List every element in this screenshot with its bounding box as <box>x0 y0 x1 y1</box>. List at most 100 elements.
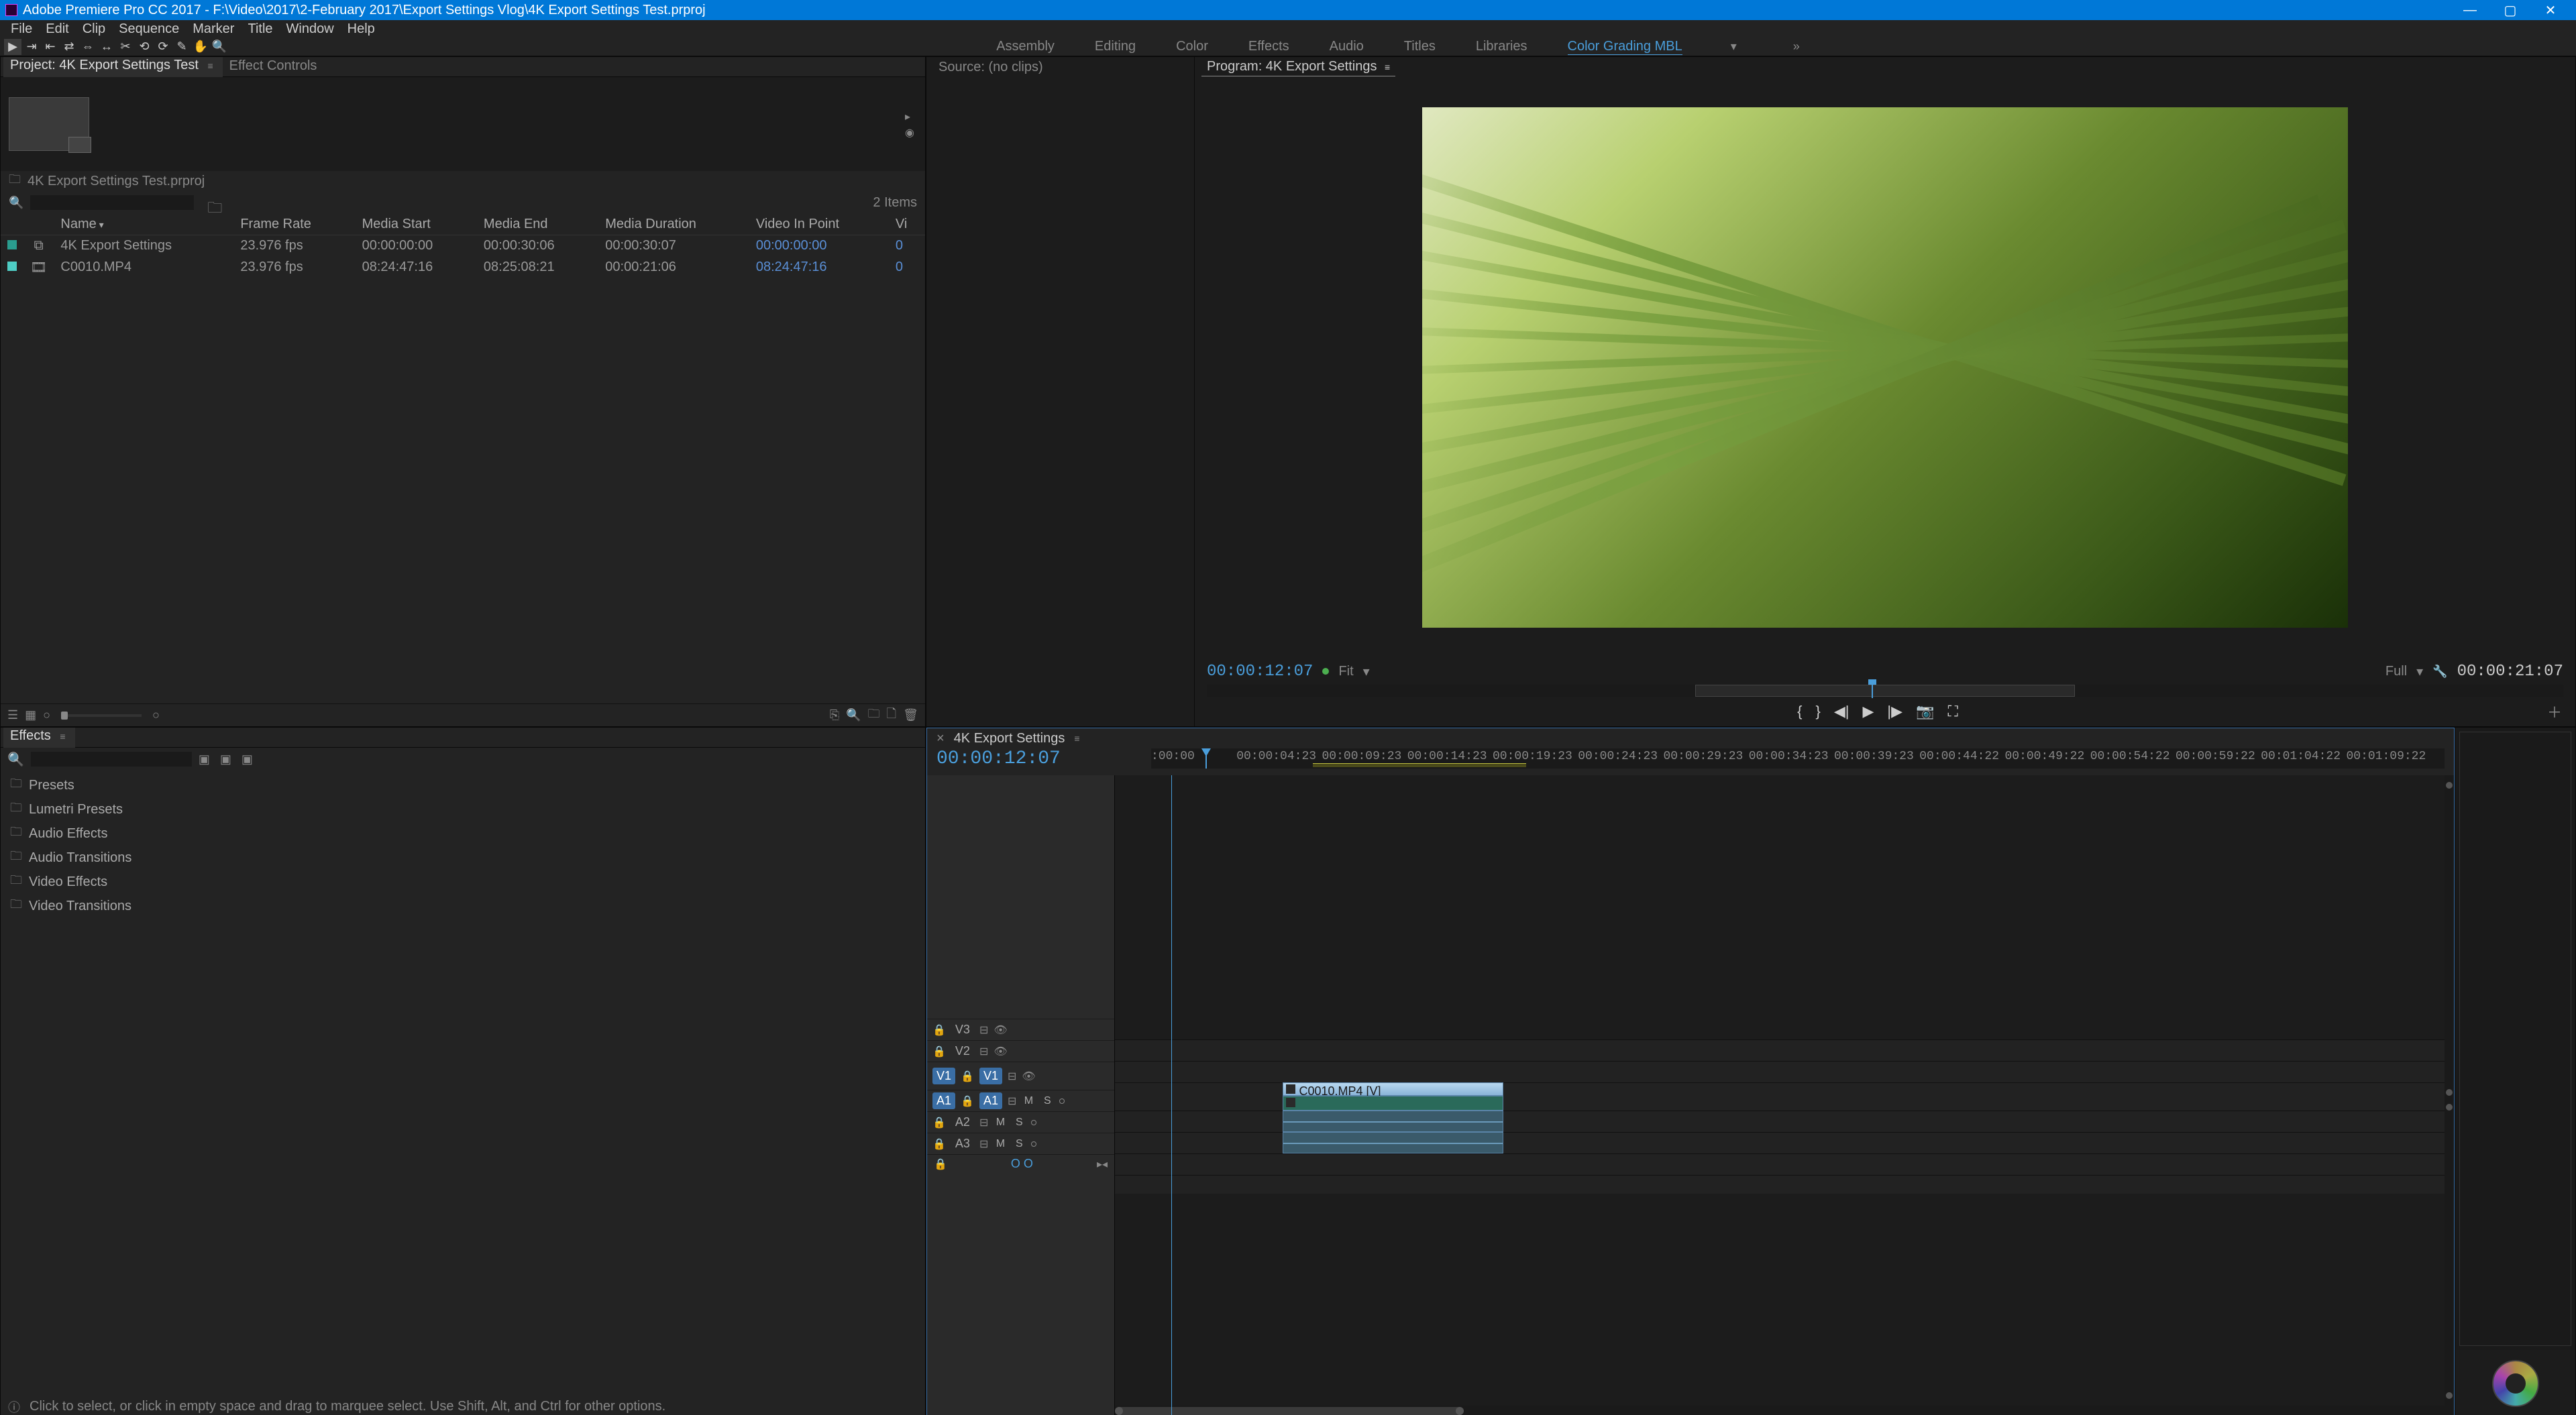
lock-icon[interactable]: 🔒 <box>932 1023 946 1037</box>
tab-menu-icon[interactable]: ≡ <box>1074 733 1079 744</box>
tree-item-audio-transitions[interactable]: 🗀Audio Transitions <box>1 846 925 870</box>
solo-button[interactable]: S <box>1040 1095 1054 1107</box>
play-icon[interactable]: ▶ <box>1862 703 1874 720</box>
poster-frame-icon[interactable]: ▸ <box>905 110 917 122</box>
eye-icon[interactable]: 👁 <box>994 1045 1007 1058</box>
sync-lock-icon[interactable]: ⊟ <box>979 1137 988 1151</box>
sync-lock-icon[interactable]: ⊟ <box>979 1045 988 1058</box>
lock-icon[interactable]: 🔒 <box>961 1070 974 1083</box>
mute-button[interactable]: M <box>994 1138 1007 1150</box>
audio-clip-a2[interactable] <box>1283 1132 1503 1153</box>
zoom-tool-icon[interactable]: 🔍 <box>211 39 228 55</box>
pen-tool-icon[interactable]: ✎ <box>173 39 191 55</box>
zoom-level-select[interactable]: Fit <box>1338 664 1353 679</box>
mute-button[interactable]: M <box>994 1117 1007 1129</box>
workspace-dropdown-icon[interactable]: ▾ <box>1723 40 1745 54</box>
tab-menu-icon[interactable]: ≡ <box>60 731 65 742</box>
new-bin-icon[interactable]: 🗀 <box>207 196 222 209</box>
identify-icon[interactable]: ◉ <box>905 126 917 138</box>
workspace-color[interactable]: Color <box>1176 39 1208 54</box>
tree-item-audio-effects[interactable]: 🗀Audio Effects <box>1 822 925 846</box>
audio-clip-a1[interactable] <box>1283 1111 1503 1132</box>
menu-window[interactable]: Window <box>280 20 341 38</box>
source-monitor-canvas[interactable] <box>926 77 1194 726</box>
source-patch-v1[interactable]: V1 <box>932 1068 955 1084</box>
zoom-scroll-thumb[interactable] <box>1115 1407 1464 1415</box>
settings-icon[interactable]: 🔧 <box>2432 665 2447 679</box>
tree-item-video-effects[interactable]: 🗀Video Effects <box>1 870 925 894</box>
icon-view-icon[interactable]: ▦ <box>25 708 36 722</box>
project-search-input[interactable] <box>30 195 194 210</box>
eye-icon[interactable]: 👁 <box>1022 1070 1035 1083</box>
track-select-backward-icon[interactable]: ⇤ <box>42 39 59 55</box>
camera-icon[interactable]: 📷 <box>1916 703 1934 720</box>
list-view-icon[interactable]: ☰ <box>7 708 18 722</box>
track-header-v2[interactable]: 🔒 V2 ⊟ 👁 <box>927 1040 1114 1062</box>
lock-icon[interactable]: 🔒 <box>932 1116 946 1129</box>
track-header-a1[interactable]: A1 🔒 A1 ⊟ M S <box>927 1090 1114 1111</box>
fx-badge-icon[interactable] <box>1286 1098 1295 1107</box>
mark-out-icon[interactable]: } <box>1815 703 1820 720</box>
lock-icon[interactable]: 🔒 <box>932 1045 946 1058</box>
col-name[interactable]: Name <box>54 214 233 235</box>
workspace-audio[interactable]: Audio <box>1330 39 1364 54</box>
tree-item-video-transitions[interactable]: 🗀Video Transitions <box>1 894 925 918</box>
tree-item-presets[interactable]: 🗀Presets <box>1 773 925 797</box>
vertical-scrollbar[interactable] <box>2445 775 2454 1406</box>
lock-icon[interactable]: 🔒 <box>961 1094 974 1108</box>
export-frame-icon[interactable]: ⛶ <box>1947 703 1957 720</box>
razor-tool-icon[interactable]: ✂ <box>117 39 134 55</box>
timeline-ruler[interactable]: :00:00 00:00:04:23 00:00:09:23 00:00:14:… <box>1151 748 2445 769</box>
col-frame-rate[interactable]: Frame Rate <box>233 214 355 235</box>
track-header-v1[interactable]: V1 🔒 V1 ⊟ 👁 <box>927 1062 1114 1090</box>
hand-tool-icon[interactable]: ✋ <box>192 39 209 55</box>
tab-effect-controls[interactable]: Effect Controls <box>223 56 327 76</box>
new-item-icon[interactable]: 🗋 <box>887 705 896 726</box>
rolling-edit-icon[interactable]: ⇔ <box>79 39 97 55</box>
playhead-icon[interactable] <box>1872 683 1873 698</box>
workspace-overflow-icon[interactable]: » <box>1785 40 1808 54</box>
tab-project[interactable]: Project: 4K Export Settings Test ≡ <box>3 56 223 77</box>
slide-tool-icon[interactable]: ⟳ <box>154 39 172 55</box>
workspace-titles[interactable]: Titles <box>1404 39 1436 54</box>
solo-button[interactable]: S <box>1012 1117 1026 1129</box>
workspace-color-grading-mbl[interactable]: Color Grading MBL <box>1568 39 1682 55</box>
menu-edit[interactable]: Edit <box>39 20 75 38</box>
effects-search-input[interactable] <box>31 752 192 767</box>
find-icon[interactable]: 🔍 <box>846 708 861 722</box>
minimize-button[interactable]: — <box>2450 1 2490 19</box>
tab-close-icon[interactable]: ≡ <box>207 60 213 71</box>
freeform-view-icon[interactable]: ○ <box>43 708 50 722</box>
thumbnail-zoom-slider[interactable] <box>61 714 142 717</box>
voice-over-icon[interactable] <box>1031 1141 1036 1147</box>
video-clip[interactable]: C0010.MP4 [V] <box>1283 1082 1503 1096</box>
voice-over-icon[interactable] <box>1059 1098 1065 1104</box>
workspace-effects[interactable]: Effects <box>1248 39 1289 54</box>
menu-sequence[interactable]: Sequence <box>112 20 186 38</box>
menu-file[interactable]: File <box>4 20 39 38</box>
workspace-editing[interactable]: Editing <box>1095 39 1136 54</box>
col-media-end[interactable]: Media End <box>477 214 598 235</box>
menu-marker[interactable]: Marker <box>186 20 241 38</box>
track-header-v3[interactable]: 🔒 V3 ⊟ 👁 <box>927 1019 1114 1040</box>
waveform-scope[interactable] <box>2455 728 2575 1350</box>
sequence-name[interactable]: 4K Export Settings <box>954 731 1065 746</box>
audio-link-clip[interactable] <box>1283 1096 1503 1111</box>
label-color-swatch[interactable] <box>7 262 17 271</box>
eye-icon[interactable]: 👁 <box>994 1023 1007 1037</box>
step-forward-icon[interactable]: |▶ <box>1887 703 1902 720</box>
playhead-handle[interactable] <box>1205 748 1207 769</box>
workspace-assembly[interactable]: Assembly <box>996 39 1055 54</box>
table-row[interactable]: ⧉ 4K Export Settings 23.976 fps 00:00:00… <box>1 235 925 257</box>
col-media-duration[interactable]: Media Duration <box>598 214 749 235</box>
program-scrub-bar[interactable] <box>1207 685 2563 697</box>
automate-to-sequence-icon[interactable]: ⎘ <box>830 708 839 722</box>
sync-lock-icon[interactable]: ⊟ <box>1008 1094 1016 1108</box>
menu-help[interactable]: Help <box>341 20 382 38</box>
close-button[interactable]: ✕ <box>2530 1 2571 19</box>
delete-icon[interactable]: 🗑 <box>903 708 918 722</box>
button-editor-icon[interactable]: ＋ <box>2547 701 2562 722</box>
tab-source[interactable]: Source: (no clips) <box>933 58 1049 76</box>
menu-clip[interactable]: Clip <box>76 20 112 38</box>
32bit-fx-icon[interactable]: ▣ <box>220 752 235 766</box>
